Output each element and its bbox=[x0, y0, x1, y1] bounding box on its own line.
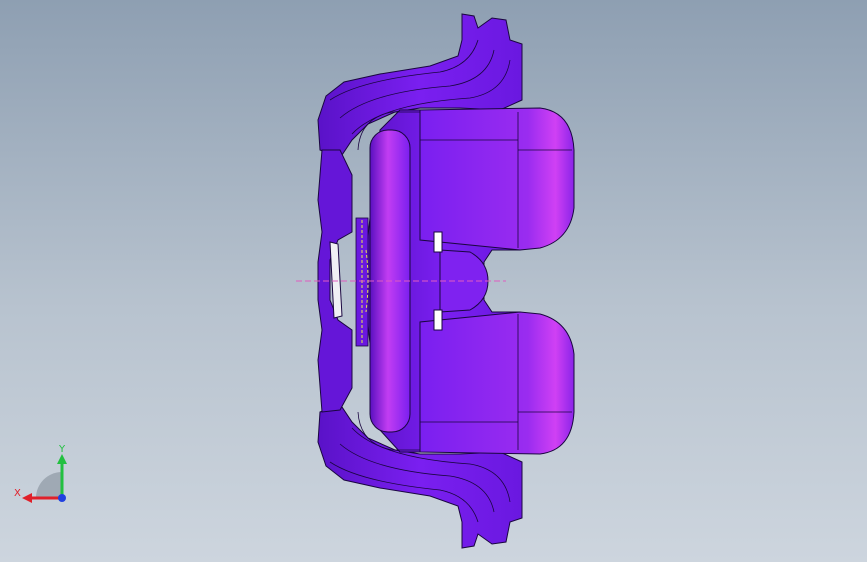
lower-pin bbox=[433, 309, 443, 331]
upper-pin bbox=[433, 231, 443, 253]
y-axis-label: Y bbox=[58, 444, 66, 455]
orientation-triad[interactable]: Y X bbox=[12, 440, 82, 510]
z-axis-dot bbox=[58, 494, 66, 502]
y-axis-arrow bbox=[57, 454, 67, 464]
lower-lobe bbox=[419, 311, 575, 455]
x-axis-label: X bbox=[14, 488, 21, 499]
triad-arc bbox=[36, 472, 62, 498]
upper-lobe bbox=[419, 107, 575, 251]
cad-model-view[interactable] bbox=[0, 0, 867, 562]
graphics-viewport[interactable]: Y X bbox=[0, 0, 867, 562]
x-axis-arrow bbox=[22, 493, 32, 503]
